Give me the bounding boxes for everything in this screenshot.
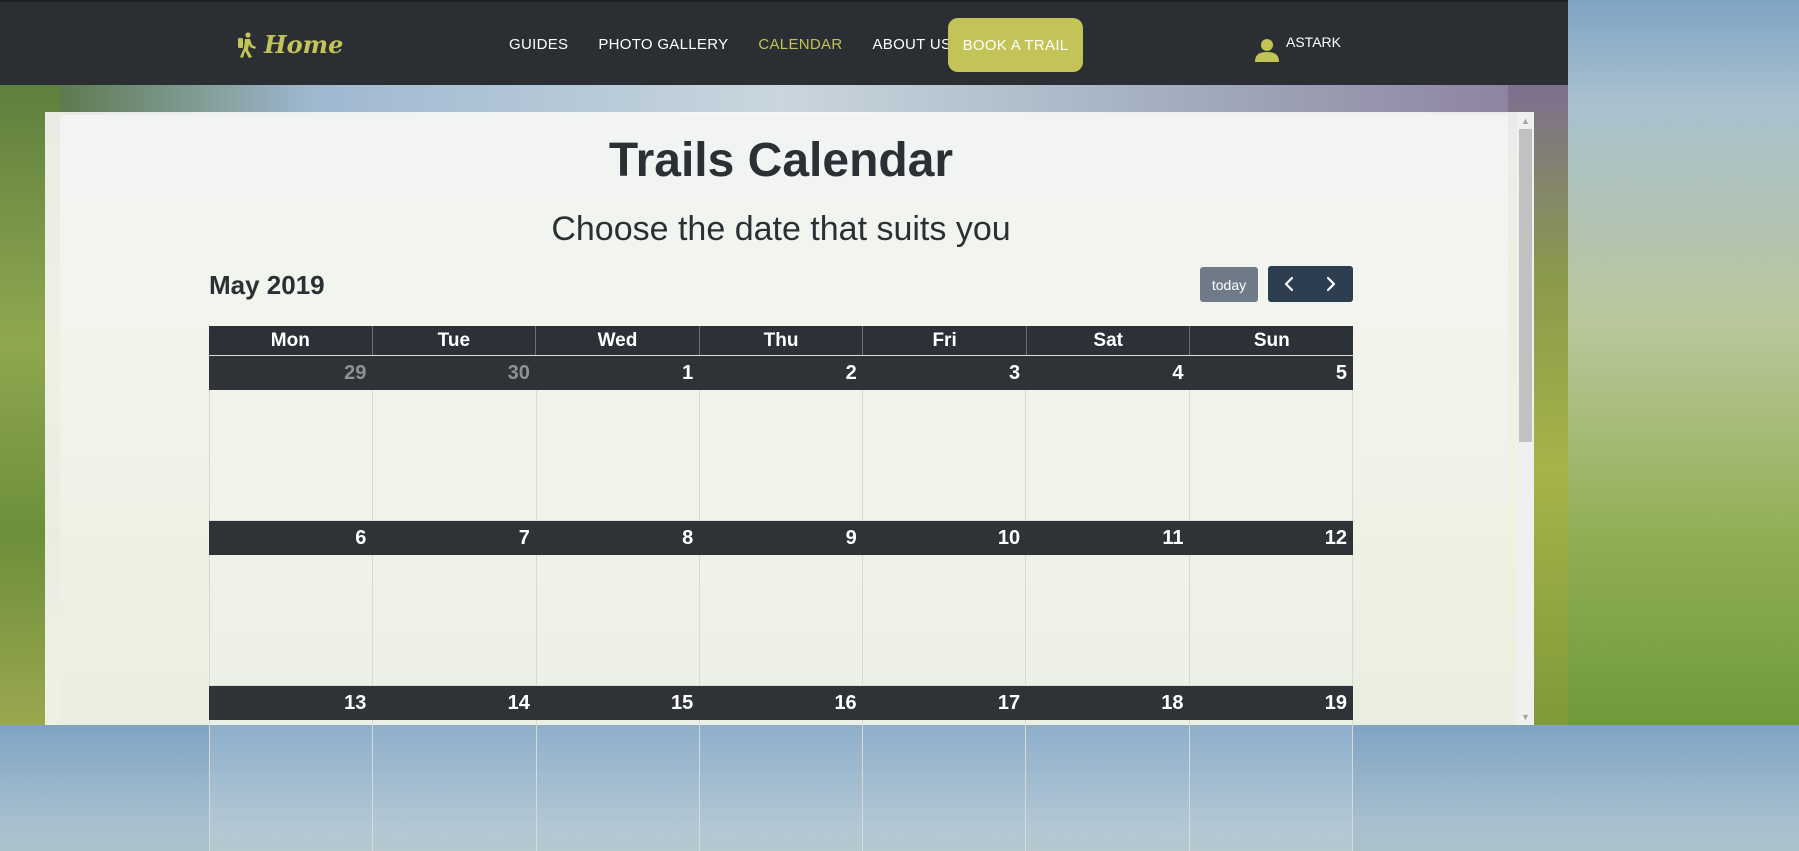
- weekday-mon: Mon: [209, 326, 373, 355]
- weekday-wed: Wed: [536, 326, 700, 355]
- day-number[interactable]: 10: [863, 521, 1026, 555]
- day-number[interactable]: 14: [372, 686, 535, 720]
- day-number[interactable]: 16: [699, 686, 862, 720]
- book-a-trail-button[interactable]: BOOK A TRAIL: [948, 18, 1083, 72]
- day-cell[interactable]: [209, 390, 373, 521]
- day-cell[interactable]: [698, 555, 863, 686]
- background-landscape: [0, 85, 1568, 115]
- weekday-tue: Tue: [373, 326, 537, 355]
- calendar-week-1: 29 30 1 2 3 4 5: [209, 355, 1353, 521]
- day-cell[interactable]: [209, 555, 373, 686]
- nav-about-us[interactable]: ABOUT US: [872, 36, 951, 53]
- user-name: ASTARK: [1286, 34, 1341, 50]
- day-number[interactable]: 29: [209, 356, 372, 390]
- day-number[interactable]: 18: [1026, 686, 1189, 720]
- scroll-down-arrow-icon[interactable]: ▼: [1517, 708, 1534, 725]
- day-cell[interactable]: [1025, 720, 1189, 851]
- day-number[interactable]: 1: [536, 356, 699, 390]
- day-number[interactable]: 17: [863, 686, 1026, 720]
- day-cell[interactable]: [698, 720, 863, 851]
- calendar-week-2: 6 7 8 9 10 11 12: [209, 520, 1353, 686]
- chevron-right-icon[interactable]: [1310, 266, 1352, 302]
- calendar-month-label: May 2019: [209, 270, 325, 300]
- weekday-sun: Sun: [1253, 330, 1290, 351]
- main-nav: GUIDES PHOTO GALLERY CALENDAR ABOUT US: [509, 2, 981, 87]
- scroll-up-arrow-icon[interactable]: ▲: [1517, 112, 1534, 129]
- weekday-header: Mon Tue Wed Thu Fri Sat Sun: [209, 326, 1353, 355]
- day-number[interactable]: 9: [699, 521, 862, 555]
- day-cell[interactable]: [372, 720, 536, 851]
- day-cell[interactable]: [209, 720, 373, 851]
- day-number[interactable]: 15: [536, 686, 699, 720]
- day-cell[interactable]: [372, 555, 536, 686]
- day-number[interactable]: 30: [372, 356, 535, 390]
- day-number[interactable]: 8: [536, 521, 699, 555]
- calendar-week-3: 13 14 15 16 17 18 19: [209, 685, 1353, 851]
- day-cell[interactable]: [372, 390, 536, 521]
- panel-scrollbar[interactable]: ▲ ▼: [1517, 112, 1534, 725]
- weekday-thu: Thu: [700, 326, 864, 355]
- day-cell[interactable]: [1188, 720, 1353, 851]
- day-cell[interactable]: [1025, 555, 1189, 686]
- day-cell[interactable]: [862, 555, 1026, 686]
- brand-home-link[interactable]: Home: [236, 30, 343, 59]
- month-nav-group: [1268, 266, 1353, 302]
- user-icon: [1254, 38, 1280, 65]
- day-number[interactable]: 3: [863, 356, 1026, 390]
- page-subtitle: Choose the date that suits you: [551, 210, 1011, 248]
- day-number[interactable]: 5: [1190, 356, 1353, 390]
- day-number[interactable]: 7: [372, 521, 535, 555]
- brand-label: Home: [264, 30, 344, 59]
- day-cell[interactable]: [1025, 390, 1189, 521]
- day-number[interactable]: 19: [1190, 686, 1353, 720]
- top-navbar: Home GUIDES PHOTO GALLERY CALENDAR ABOUT…: [0, 0, 1568, 85]
- page-title: Trails Calendar: [608, 134, 954, 187]
- day-number[interactable]: 2: [699, 356, 862, 390]
- day-cell[interactable]: [862, 390, 1026, 521]
- day-cell[interactable]: [1188, 555, 1353, 686]
- day-number[interactable]: 6: [209, 521, 372, 555]
- day-cell[interactable]: [535, 390, 699, 521]
- nav-guides[interactable]: GUIDES: [509, 36, 568, 53]
- today-button[interactable]: today: [1200, 267, 1258, 302]
- day-cell[interactable]: [535, 555, 699, 686]
- day-number[interactable]: 4: [1026, 356, 1189, 390]
- hiker-icon: [236, 31, 260, 58]
- weekday-sat: Sat: [1027, 326, 1191, 355]
- nav-calendar[interactable]: CALENDAR: [758, 36, 842, 53]
- day-number[interactable]: 13: [209, 686, 372, 720]
- weekday-fri: Fri: [863, 326, 1027, 355]
- day-number[interactable]: 12: [1190, 521, 1353, 555]
- day-number[interactable]: 11: [1026, 521, 1189, 555]
- day-cell[interactable]: [535, 720, 699, 851]
- day-cell[interactable]: [862, 720, 1026, 851]
- nav-photo-gallery[interactable]: PHOTO GALLERY: [598, 36, 728, 53]
- chevron-left-icon[interactable]: [1268, 266, 1310, 302]
- day-cell[interactable]: [1188, 390, 1353, 521]
- calendar-grid: Mon Tue Wed Thu Fri Sat Sun 29 30 1 2 3 …: [209, 326, 1353, 851]
- user-menu[interactable]: ASTARK: [1254, 34, 1341, 65]
- day-cell[interactable]: [698, 390, 863, 521]
